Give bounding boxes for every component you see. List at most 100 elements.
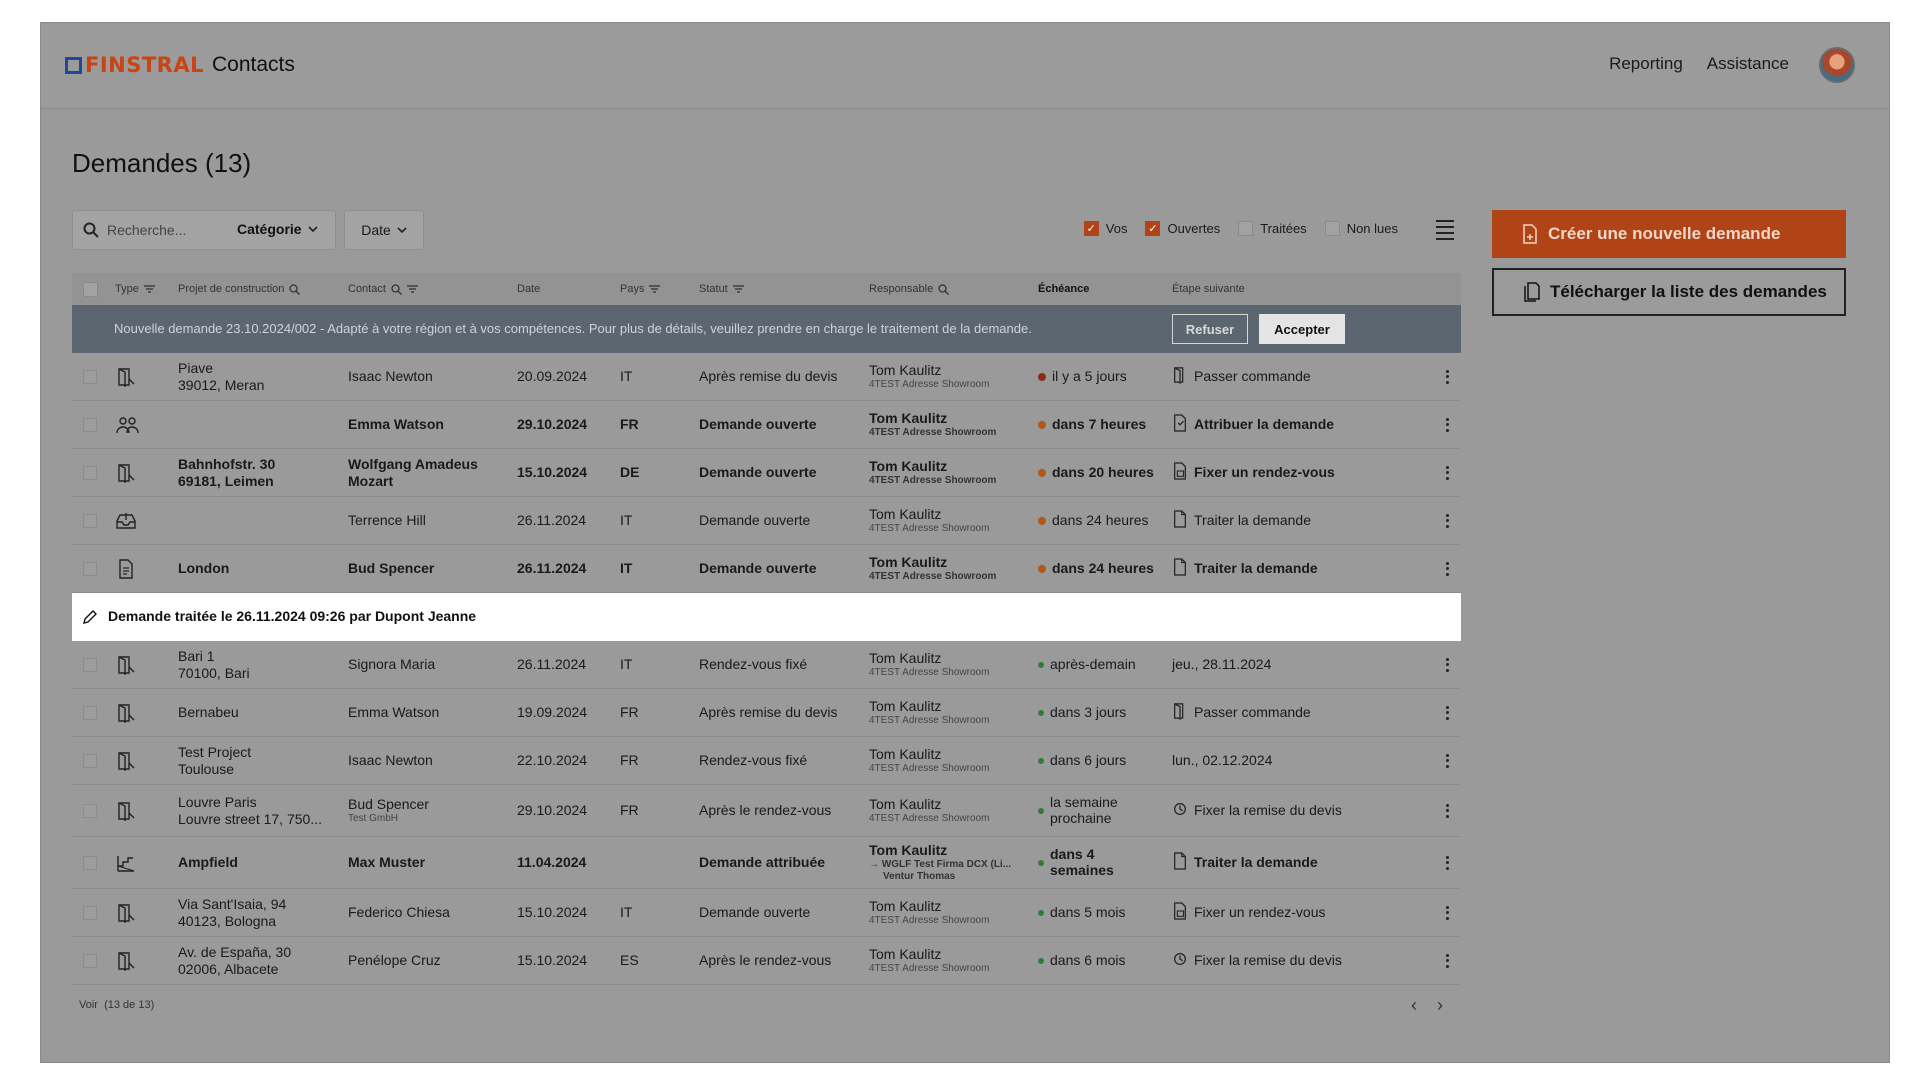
row-more-options-icon[interactable]	[1446, 953, 1449, 968]
filter-traitees-label: Traitées	[1260, 221, 1307, 236]
contact-name: Isaac Newton	[348, 368, 433, 385]
row-checkbox[interactable]	[83, 855, 97, 870]
table-row[interactable]: Terrence Hill 26.11.2024 IT Demande ouverte…	[72, 497, 1461, 545]
refuse-button[interactable]: Refuser	[1172, 314, 1248, 344]
row-checkbox[interactable]	[83, 657, 97, 672]
col-responsible[interactable]: Responsable	[869, 283, 950, 295]
search-input[interactable]	[107, 222, 227, 238]
row-checkbox[interactable]	[83, 369, 97, 384]
row-checkbox[interactable]	[83, 513, 97, 528]
row-checkbox[interactable]	[83, 465, 97, 480]
table-row[interactable]: Bari 1 70100, Bari Signora Maria 26.11.2024…	[72, 641, 1461, 689]
row-more-options-icon[interactable]	[1446, 855, 1449, 870]
search-icon[interactable]	[938, 283, 950, 295]
deadline-text: dans 6 mois	[1050, 952, 1125, 968]
row-checkbox[interactable]	[83, 705, 97, 720]
row-checkbox[interactable]	[83, 753, 97, 768]
nav-reporting[interactable]: Reporting	[1609, 54, 1683, 74]
cell-next-step[interactable]: Passer commande	[1172, 689, 1412, 736]
col-type[interactable]: Type	[115, 283, 155, 295]
prev-page-icon[interactable]: ‹	[1411, 995, 1417, 1016]
row-more-options-icon[interactable]	[1446, 417, 1449, 432]
checkbox-icon[interactable]	[1324, 221, 1340, 236]
cell-next-step[interactable]: Traiter la demande	[1172, 497, 1412, 544]
col-project[interactable]: Projet de construction	[178, 283, 301, 295]
filter-non-lues[interactable]: Non lues	[1324, 221, 1398, 236]
search-icon[interactable]	[391, 283, 402, 295]
col-deadline[interactable]: Échéance	[1038, 283, 1089, 295]
column-settings-menu-icon[interactable]	[1436, 220, 1454, 240]
status-value: Après le rendez-vous	[699, 952, 832, 969]
date-dropdown[interactable]: Date	[344, 210, 424, 250]
table-row[interactable]: Ampfield Max Muster 11.04.2024 Demande attr…	[72, 837, 1461, 889]
row-more-options-icon[interactable]	[1446, 905, 1449, 920]
col-deadline-label: Échéance	[1038, 283, 1090, 295]
table-row[interactable]: Bahnhofstr. 30 69181, Leimen Wolfgang Amad…	[72, 449, 1461, 497]
next-page-icon[interactable]: ›	[1437, 995, 1443, 1016]
nav-assistance[interactable]: Assistance	[1707, 54, 1789, 74]
cell-next-step[interactable]: Passer commande	[1172, 353, 1412, 400]
filter-vos[interactable]: ✓ Vos	[1083, 221, 1127, 236]
cell-next-step[interactable]: Fixer la remise du devis	[1172, 785, 1412, 836]
col-contact[interactable]: Contact	[348, 283, 418, 295]
cell-deadline: dans 24 heures	[1038, 497, 1168, 544]
cell-next-step[interactable]: Fixer la remise du devis	[1172, 937, 1412, 984]
col-next-step[interactable]: Étape suivante	[1172, 283, 1245, 295]
date-value: 26.11.2024	[517, 560, 587, 577]
checkbox-icon[interactable]	[1238, 221, 1254, 236]
row-checkbox[interactable]	[83, 905, 97, 920]
row-more-options-icon[interactable]	[1446, 561, 1449, 576]
row-more-options-icon[interactable]	[1446, 369, 1449, 384]
col-status[interactable]: Statut	[699, 283, 744, 295]
col-date[interactable]: Date	[517, 283, 540, 295]
search-icon[interactable]	[289, 283, 301, 295]
row-more-options-icon[interactable]	[1446, 513, 1449, 528]
accept-button[interactable]: Accepter	[1259, 314, 1345, 344]
user-avatar[interactable]	[1819, 47, 1855, 83]
filter-traitees[interactable]: Traitées	[1238, 221, 1307, 236]
filter-icon[interactable]	[143, 285, 155, 293]
table-row[interactable]: Test Project Toulouse Isaac Newton 22.10.20…	[72, 737, 1461, 785]
table-row[interactable]: Piave 39012, Meran Isaac Newton 20.09.2024 I…	[72, 353, 1461, 401]
filter-icon[interactable]	[732, 285, 744, 293]
row-checkbox[interactable]	[83, 561, 97, 576]
cell-next-step[interactable]: Traiter la demande	[1172, 545, 1412, 592]
table-header: Type Projet de construction Contact Date…	[72, 273, 1461, 305]
country-value: IT	[620, 368, 633, 385]
cell-project: Via Sant'Isaia, 94 40123, Bologna	[178, 889, 343, 936]
select-all-checkbox[interactable]	[83, 282, 98, 297]
filter-icon[interactable]	[649, 285, 661, 293]
cell-next-step[interactable]: Fixer un rendez-vous	[1172, 889, 1412, 936]
cell-next-step[interactable]: Fixer un rendez-vous	[1172, 449, 1412, 496]
checkbox-checked-icon[interactable]: ✓	[1145, 221, 1161, 236]
filter-ouvertes[interactable]: ✓ Ouvertes	[1145, 221, 1220, 236]
table-row[interactable]: Via Sant'Isaia, 94 40123, Bologna Federico…	[72, 889, 1461, 937]
table-row[interactable]: London Bud Spencer 26.11.2024 IT Demande ouv…	[72, 545, 1461, 593]
filter-icon[interactable]	[406, 285, 418, 293]
row-checkbox[interactable]	[83, 417, 97, 432]
finstral-logo[interactable]: FINSTRAL Contacts	[65, 53, 295, 77]
create-request-button[interactable]: Créer une nouvelle demande	[1492, 210, 1846, 258]
row-more-options-icon[interactable]	[1446, 705, 1449, 720]
table-row[interactable]: Louvre Paris Louvre street 17, 750... Bud …	[72, 785, 1461, 837]
cell-contact: Isaac Newton	[348, 353, 513, 400]
table-row[interactable]: Bernabeu Emma Watson 19.09.2024 FR Après rem…	[72, 689, 1461, 737]
row-more-options-icon[interactable]	[1446, 753, 1449, 768]
cell-next-step[interactable]: Traiter la demande	[1172, 837, 1412, 888]
row-more-options-icon[interactable]	[1446, 803, 1449, 818]
table-row[interactable]: Emma Watson 29.10.2024 FR Demande ouverte To…	[72, 401, 1461, 449]
date-value: 26.11.2024	[517, 512, 587, 529]
row-checkbox[interactable]	[83, 803, 97, 818]
checkbox-checked-icon[interactable]: ✓	[1083, 221, 1099, 236]
cell-next-step[interactable]: Attribuer la demande	[1172, 401, 1412, 448]
view-label[interactable]: Voir	[79, 999, 98, 1011]
download-list-button[interactable]: Télécharger la liste des demandes	[1492, 268, 1846, 316]
table-row[interactable]: Av. de España, 30 02006, Albacete Penélope…	[72, 937, 1461, 985]
logo-square-icon	[65, 56, 82, 74]
category-dropdown[interactable]: Catégorie	[237, 210, 318, 248]
row-checkbox[interactable]	[83, 953, 97, 968]
row-more-options-icon[interactable]	[1446, 657, 1449, 672]
row-more-options-icon[interactable]	[1446, 465, 1449, 480]
col-country[interactable]: Pays	[620, 283, 661, 295]
contact-name: Penélope Cruz	[348, 952, 441, 969]
